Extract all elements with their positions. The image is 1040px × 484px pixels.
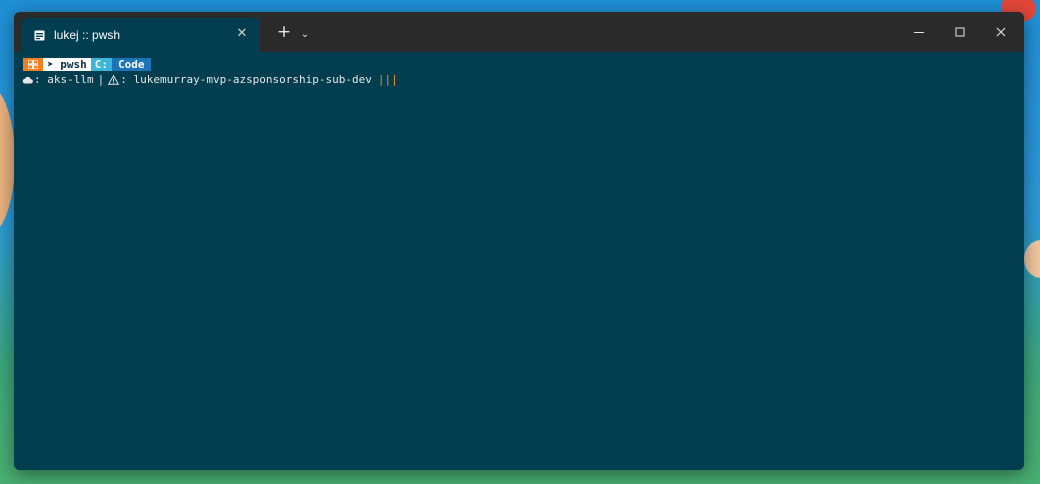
minimize-button[interactable] xyxy=(904,22,934,42)
wallpaper-shape-left xyxy=(0,85,15,235)
new-tab-button[interactable]: + xyxy=(275,23,293,41)
kube-context-text: : aks-llm xyxy=(34,73,94,86)
status-bars: ||| xyxy=(377,73,398,86)
tab-title: lukej :: pwsh xyxy=(54,28,121,42)
maximize-icon xyxy=(955,27,965,37)
drive-segment: C: xyxy=(90,58,112,71)
terminal-icon xyxy=(33,29,45,41)
tab-dropdown-button[interactable]: ⌄ xyxy=(298,28,312,42)
title-bar[interactable]: lukej :: pwsh ✕ + ⌄ xyxy=(14,12,1024,52)
minimize-icon xyxy=(914,32,924,33)
close-window-button[interactable] xyxy=(986,22,1016,42)
tab-pwsh[interactable]: lukej :: pwsh ✕ xyxy=(22,18,260,52)
os-segment xyxy=(23,58,43,71)
path-segment: Code xyxy=(112,58,151,71)
prompt-segments: ➤ pwsh C: Code xyxy=(23,58,151,71)
close-icon xyxy=(996,27,1006,37)
windows-icon xyxy=(28,60,38,69)
tab-close-button[interactable]: ✕ xyxy=(234,26,250,42)
wallpaper-shape-right xyxy=(1024,240,1040,278)
maximize-button[interactable] xyxy=(945,22,975,42)
terminal-output[interactable]: ➤ pwsh C: Code : aks-llm | : lukemurray-… xyxy=(14,52,1024,470)
cloud-icon xyxy=(22,75,33,85)
warning-icon xyxy=(108,75,120,86)
prompt-context-line: : aks-llm | : lukemurray-mvp-azsponsorsh… xyxy=(22,73,398,87)
shell-segment: ➤ pwsh xyxy=(43,58,91,71)
subscription-text: : lukemurray-mvp-azsponsorship-sub-dev xyxy=(120,73,372,86)
terminal-window: lukej :: pwsh ✕ + ⌄ ➤ pwsh C: Code: aks… xyxy=(14,12,1024,470)
prompt-separator: | xyxy=(97,73,105,86)
